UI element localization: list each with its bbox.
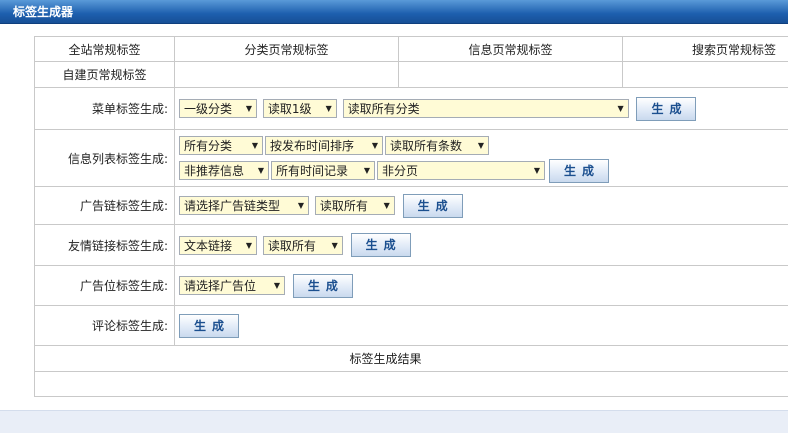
infolist-sort-select[interactable]: 按发布时间排序 ▼ [265,136,383,155]
tab-category-tags[interactable]: 分类页常规标签 [174,36,399,62]
adchain-read-select[interactable]: 读取所有 ▼ [314,196,395,215]
friendlink-type-select[interactable]: 文本链接 ▼ [179,235,257,255]
chevron-down-icon: ▼ [533,166,540,175]
tab-site-tags[interactable]: 全站常规标签 [34,36,175,62]
chevron-down-icon: ▼ [245,104,252,113]
comment-label: 评论标签生成: [34,305,175,346]
infolist-recommend-select[interactable]: 非推荐信息 ▼ [179,161,269,180]
tab-empty-1 [174,61,399,88]
infolist-label: 信息列表标签生成: [34,129,175,187]
chevron-down-icon: ▼ [617,104,624,113]
adslot-label: 广告位标签生成: [34,265,175,306]
chevron-down-icon: ▼ [363,166,370,175]
chevron-down-icon: ▼ [257,166,264,175]
menu-label: 菜单标签生成: [34,87,175,130]
tab-empty-3 [622,61,788,88]
adchain-label: 广告链标签生成: [34,186,175,225]
adchain-type-select[interactable]: 请选择广告链类型 ▼ [179,196,309,215]
comment-generate-button[interactable]: 生成 [179,313,239,338]
chevron-down-icon: ▼ [325,104,332,113]
adslot-select[interactable]: 请选择广告位 ▼ [179,276,285,295]
adchain-generate-button[interactable]: 生成 [402,193,463,218]
infolist-category-select[interactable]: 所有分类 ▼ [179,136,263,155]
friendlink-read-select[interactable]: 读取所有 ▼ [262,235,343,255]
chevron-down-icon: ▼ [245,240,252,250]
result-output [34,371,788,397]
chevron-down-icon: ▼ [331,240,338,250]
chevron-down-icon: ▼ [477,141,484,150]
tab-search-tags[interactable]: 搜索页常规标签 [622,36,788,62]
chevron-down-icon: ▼ [297,201,304,210]
infolist-paging-select[interactable]: 非分页 ▼ [377,161,545,180]
tab-custom-tags[interactable]: 自建页常规标签 [34,61,175,88]
friendlink-label: 友情链接标签生成: [34,224,175,266]
chevron-down-icon: ▼ [371,141,378,150]
infolist-time-select[interactable]: 所有时间记录 ▼ [271,161,375,180]
chevron-down-icon: ▼ [273,281,280,290]
menu-generate-button[interactable]: 生成 [636,96,697,121]
result-title: 标签生成结果 [34,345,788,372]
chevron-down-icon: ▼ [383,201,390,210]
window-title: 标签生成器 [0,0,788,24]
tag-generator-table: 全站常规标签 分类页常规标签 信息页常规标签 搜索页常规标签 自建页常规标签 菜… [34,36,788,397]
adslot-generate-button[interactable]: 生成 [292,273,353,298]
tab-info-tags[interactable]: 信息页常规标签 [398,36,623,62]
tab-empty-2 [398,61,623,88]
menu-read-level-select[interactable]: 读取1级 ▼ [262,99,337,118]
infolist-count-select[interactable]: 读取所有条数 ▼ [385,136,489,155]
menu-level-select[interactable]: 一级分类 ▼ [179,99,257,118]
infolist-generate-button[interactable]: 生成 [549,158,609,183]
chevron-down-icon: ▼ [251,141,258,150]
footer-band [0,410,788,433]
friendlink-generate-button[interactable]: 生成 [350,233,411,257]
menu-read-category-select[interactable]: 读取所有分类 ▼ [342,99,629,118]
